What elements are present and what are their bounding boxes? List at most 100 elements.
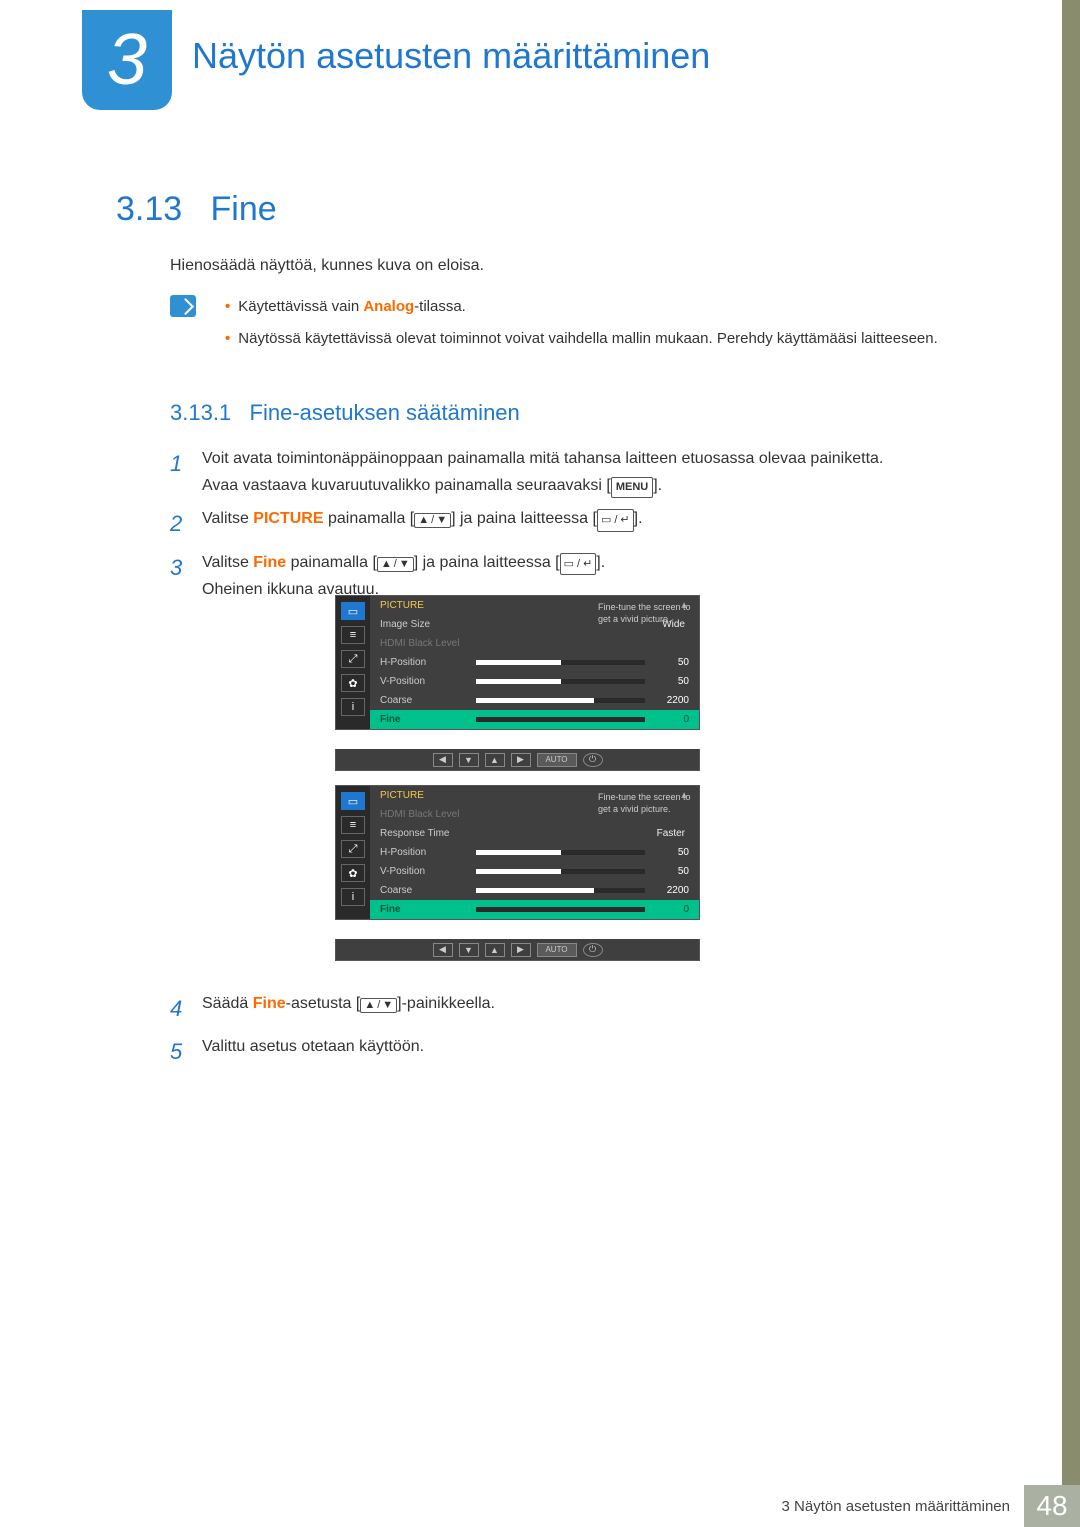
osd-slider (476, 850, 645, 855)
osd-row-value: 2200 (651, 885, 689, 896)
osd-row: H-Position 50 (370, 843, 699, 862)
osd-side-icons: ▭ ≡ ⤢ ✿ i (336, 596, 370, 729)
step-text: Voit avata toimintonäppäinoppaan painama… (202, 445, 1000, 499)
chapter-title: Näytön asetusten määrittäminen (192, 35, 710, 77)
section-heading: 3.13 Fine (116, 190, 277, 229)
enter-key-icon: ▭/↵ (597, 509, 634, 532)
fine-word: Fine (253, 554, 286, 571)
bullet-icon: • (225, 327, 230, 351)
osd-row-value: 50 (651, 657, 689, 668)
osd-slider (476, 679, 645, 684)
osd-row-value-text: Faster (470, 828, 685, 839)
footer-text: 3 Näytön asetusten määrittäminen (768, 1485, 1024, 1527)
picture-tab-icon: ▭ (341, 602, 365, 620)
page-footer: 3 Näytön asetusten määrittäminen 48 (0, 1485, 1080, 1527)
setup-tab-icon: ✿ (341, 674, 365, 692)
picture-tab-icon: ▭ (341, 792, 365, 810)
osd-row: V-Position 50 (370, 672, 699, 691)
section-title: Fine (211, 190, 277, 228)
osd-row: Fine 0 (370, 710, 699, 729)
note-text: Näytössä käytettävissä olevat toiminnot … (238, 327, 938, 351)
nav-up-icon: ▲ (485, 753, 505, 767)
step-2: 2 Valitse PICTURE painamalla [▲/▼] ja pa… (170, 505, 1000, 542)
osd-side-icons: ▭ ≡ ⤢ ✿ i (336, 786, 370, 919)
osd-row-value: 0 (651, 714, 689, 725)
osd-row-label: Fine (380, 714, 470, 725)
osd-row-value: 50 (651, 847, 689, 858)
osd-row: Coarse 2200 (370, 881, 699, 900)
osd-row: Fine 0 (370, 900, 699, 919)
osd-row: Response TimeFaster (370, 824, 699, 843)
note-list: • Käytettävissä vain Analog-tilassa. • N… (225, 295, 1000, 359)
nav-left-icon: ◀ (433, 753, 453, 767)
color-tab-icon: ≡ (341, 816, 365, 834)
step-4: 4 Säädä Fine-asetusta [▲/▼]-painikkeella… (170, 990, 1000, 1027)
osd-help-text: Fine-tune the screen to get a vivid pict… (598, 792, 693, 815)
setup-tab-icon: ✿ (341, 864, 365, 882)
step-text: Valittu asetus otetaan käyttöön. (202, 1033, 1000, 1070)
osd-row-label: Coarse (380, 695, 470, 706)
osd-row-label: Coarse (380, 885, 470, 896)
nav-right-icon: ▶ (511, 753, 531, 767)
bullet-icon: • (225, 295, 230, 319)
note-row: • Näytössä käytettävissä olevat toiminno… (225, 327, 1000, 351)
updown-key-icon: ▲/▼ (414, 513, 451, 528)
chapter-tab: 3 (82, 10, 172, 110)
osd-slider (476, 660, 645, 665)
updown-key-icon: ▲/▼ (360, 998, 397, 1013)
osd-help-text: Fine-tune the screen to get a vivid pict… (598, 602, 693, 625)
nav-auto-button: AUTO (537, 943, 577, 957)
note-row: • Käytettävissä vain Analog-tilassa. (225, 295, 1000, 319)
osd-row-label: Fine (380, 904, 470, 915)
osd-row: Coarse 2200 (370, 691, 699, 710)
osd-row-label: HDMI Black Level (380, 638, 470, 649)
enter-key-icon: ▭/↵ (560, 553, 597, 576)
steps-list: 1 Voit avata toimintonäppäinoppaan paina… (170, 445, 1000, 609)
analog-word: Analog (363, 298, 414, 315)
step-number: 5 (170, 1033, 202, 1070)
osd-row-label: V-Position (380, 866, 470, 877)
osd-row: HDMI Black Level (370, 634, 699, 653)
step-number: 4 (170, 990, 202, 1027)
subsection-heading: 3.13.1 Fine-asetuksen säätäminen (170, 400, 520, 426)
note-icon (170, 295, 196, 317)
nav-left-icon: ◀ (433, 943, 453, 957)
osd-row: V-Position50 (370, 862, 699, 881)
osd-nav-bar: ◀ ▼ ▲ ▶ AUTO ⏻ (335, 749, 700, 771)
nav-power-icon: ⏻ (583, 943, 603, 957)
osd-row-label: V-Position (380, 676, 470, 687)
menu-key-icon: MENU (611, 477, 653, 498)
decorative-right-stripe (1062, 0, 1080, 1490)
color-tab-icon: ≡ (341, 626, 365, 644)
osd-menu-2: ▭ ≡ ⤢ ✿ i Fine-tune the screen to get a … (335, 785, 700, 920)
size-tab-icon: ⤢ (341, 650, 365, 668)
osd-row-label: HDMI Black Level (380, 809, 470, 820)
steps-list-lower: 4 Säädä Fine-asetusta [▲/▼]-painikkeella… (170, 990, 1000, 1077)
osd-row-value: 2200 (651, 695, 689, 706)
step-number: 2 (170, 505, 202, 542)
nav-power-icon: ⏻ (583, 753, 603, 767)
osd-slider (476, 907, 645, 912)
step-5: 5 Valittu asetus otetaan käyttöön. (170, 1033, 1000, 1070)
osd-slider (476, 888, 645, 893)
osd-row-value: 50 (651, 676, 689, 687)
picture-word: PICTURE (253, 510, 323, 527)
step-1: 1 Voit avata toimintonäppäinoppaan paina… (170, 445, 1000, 499)
size-tab-icon: ⤢ (341, 840, 365, 858)
osd-row-label: H-Position (380, 847, 470, 858)
page-number: 48 (1024, 1485, 1080, 1527)
osd-row-label: H-Position (380, 657, 470, 668)
subsection-title: Fine-asetuksen säätäminen (250, 400, 520, 425)
osd-row-label: Response Time (380, 828, 470, 839)
section-intro: Hienosäädä näyttöä, kunnes kuva on elois… (170, 257, 484, 275)
step-text: Valitse PICTURE painamalla [▲/▼] ja pain… (202, 505, 1000, 542)
info-tab-icon: i (341, 888, 365, 906)
osd-row-value: 0 (651, 904, 689, 915)
nav-auto-button: AUTO (537, 753, 577, 767)
nav-up-icon: ▲ (485, 943, 505, 957)
nav-down-icon: ▼ (459, 753, 479, 767)
step-number: 1 (170, 445, 202, 499)
subsection-number: 3.13.1 (170, 400, 231, 425)
osd-slider (476, 717, 645, 722)
osd-menu-1: ▭ ≡ ⤢ ✿ i Fine-tune the screen to get a … (335, 595, 700, 730)
